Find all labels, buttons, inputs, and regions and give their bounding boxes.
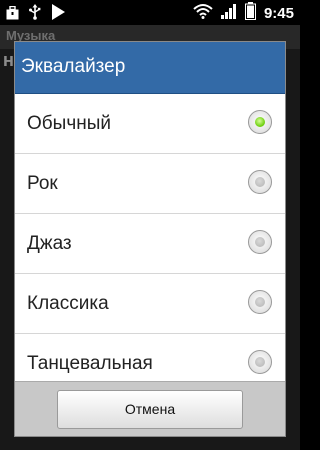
dialog-title: Эквалайзер <box>15 42 285 94</box>
preset-item-normal[interactable]: Обычный <box>15 94 285 154</box>
status-time: 9:45 <box>263 4 294 22</box>
signal-icon <box>220 3 237 23</box>
preset-item-jazz[interactable]: Джаз <box>15 214 285 274</box>
radio-button[interactable] <box>248 290 272 314</box>
preset-item-rock[interactable]: Рок <box>15 154 285 214</box>
dialog-footer: Отмена <box>15 381 285 436</box>
status-bar: 9:45 <box>0 0 300 25</box>
radio-button[interactable] <box>248 230 272 254</box>
preset-list[interactable]: Обычный Рок Джаз Классика Танцевальная <box>15 94 285 381</box>
cancel-button[interactable]: Отмена <box>57 390 243 429</box>
briefcase-icon <box>6 5 19 24</box>
radio-button[interactable] <box>248 170 272 194</box>
preset-label: Классика <box>27 293 109 314</box>
preset-label: Обычный <box>27 113 111 134</box>
preset-label: Джаз <box>27 233 72 254</box>
radio-button[interactable] <box>248 110 272 134</box>
equalizer-dialog: Эквалайзер Обычный Рок Джаз Классика Тан… <box>14 41 286 437</box>
radio-button[interactable] <box>248 350 272 374</box>
preset-item-classic[interactable]: Классика <box>15 274 285 334</box>
preset-label: Танцевальная <box>27 353 153 374</box>
play-icon <box>51 4 65 24</box>
preset-item-dance[interactable]: Танцевальная <box>15 334 285 381</box>
preset-label: Рок <box>27 173 58 194</box>
wifi-icon <box>193 3 213 23</box>
usb-icon <box>28 4 42 24</box>
battery-icon <box>244 2 256 24</box>
